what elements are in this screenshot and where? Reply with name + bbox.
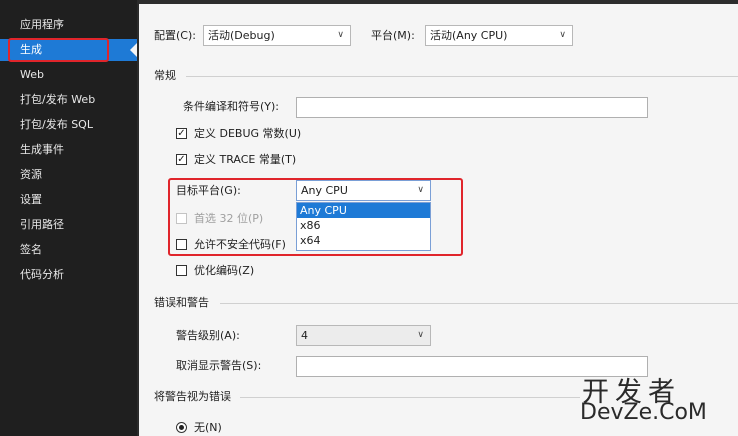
optimize-code-label: 优化编码(Z) bbox=[194, 264, 255, 277]
watermark-line2: DevZe.CoM bbox=[580, 400, 707, 425]
sidebar-item-publish-sql[interactable]: 打包/发布 SQL bbox=[0, 114, 137, 136]
conditional-symbols-input[interactable] bbox=[296, 97, 648, 118]
sidebar-item-web[interactable]: Web bbox=[0, 64, 137, 86]
sidebar-nav: 应用程序 生成 Web 打包/发布 Web 打包/发布 SQL 生成事件 资源 … bbox=[0, 0, 137, 436]
sidebar-item-resources[interactable]: 资源 bbox=[0, 164, 137, 186]
top-border bbox=[139, 0, 738, 4]
define-trace-label: 定义 TRACE 常量(T) bbox=[194, 153, 297, 166]
sidebar-item-signing[interactable]: 签名 bbox=[0, 239, 137, 261]
sidebar-divider bbox=[137, 0, 139, 436]
config-label: 配置(C): bbox=[154, 29, 196, 42]
platform-label: 平台(M): bbox=[371, 29, 415, 42]
errors-section-title: 错误和警告 bbox=[154, 296, 209, 309]
sidebar-item-build-events[interactable]: 生成事件 bbox=[0, 139, 137, 161]
section-divider bbox=[186, 76, 738, 77]
suppress-warnings-label: 取消显示警告(S): bbox=[176, 359, 262, 372]
sidebar-item-code-analysis[interactable]: 代码分析 bbox=[0, 264, 137, 286]
site-watermark: 开发者 DevZe.CoM bbox=[578, 370, 733, 432]
platform-value: 活动(Any CPU) bbox=[430, 29, 508, 42]
target-platform-highlight-box bbox=[168, 178, 463, 256]
sidebar-item-publish-web[interactable]: 打包/发布 Web bbox=[0, 89, 137, 111]
treat-warnings-none-radio[interactable] bbox=[176, 422, 187, 433]
define-debug-label: 定义 DEBUG 常数(U) bbox=[194, 127, 302, 140]
warning-level-select[interactable]: 4 ∨ bbox=[296, 325, 431, 346]
treat-warnings-none-label: 无(N) bbox=[194, 421, 222, 434]
define-trace-checkbox[interactable]: ✓ bbox=[176, 154, 187, 165]
platform-select[interactable]: 活动(Any CPU) ∨ bbox=[425, 25, 573, 46]
warning-level-label: 警告级别(A): bbox=[176, 329, 240, 342]
sidebar-item-settings[interactable]: 设置 bbox=[0, 189, 137, 211]
chevron-down-icon: ∨ bbox=[337, 30, 344, 40]
config-select[interactable]: 活动(Debug) ∨ bbox=[203, 25, 351, 46]
treat-warnings-section-title: 将警告视为错误 bbox=[154, 390, 231, 403]
sidebar-item-application[interactable]: 应用程序 bbox=[0, 14, 137, 36]
optimize-code-checkbox[interactable] bbox=[176, 265, 187, 276]
build-highlight-box bbox=[8, 38, 109, 62]
section-divider bbox=[240, 397, 580, 398]
chevron-down-icon: ∨ bbox=[417, 330, 424, 340]
sidebar-item-reference-paths[interactable]: 引用路径 bbox=[0, 214, 137, 236]
define-debug-checkbox[interactable]: ✓ bbox=[176, 128, 187, 139]
chevron-down-icon: ∨ bbox=[559, 30, 566, 40]
general-section-title: 常规 bbox=[154, 69, 176, 82]
section-divider bbox=[220, 303, 738, 304]
conditional-symbols-label: 条件编译和符号(Y): bbox=[183, 100, 280, 113]
warning-level-value: 4 bbox=[301, 329, 308, 342]
config-value: 活动(Debug) bbox=[208, 29, 275, 42]
